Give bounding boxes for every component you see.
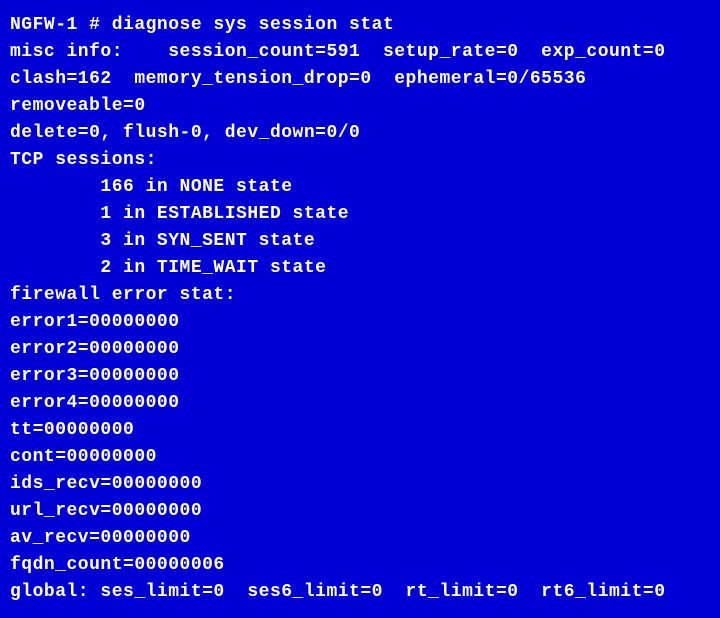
terminal-line: TCP sessions: [10,147,710,174]
terminal-line: delete=0, flush-0, dev_down=0/0 [10,120,710,147]
terminal-line: NGFW-1 # diagnose sys session stat [10,12,710,39]
terminal-line: global: ses_limit=0 ses6_limit=0 rt_limi… [10,579,710,606]
terminal-line: fqdn_count=00000006 [10,552,710,579]
terminal-line: misc info: session_count=591 setup_rate=… [10,39,710,66]
terminal-line: error4=00000000 [10,390,710,417]
terminal-line: av_recv=00000000 [10,525,710,552]
terminal-line: ids_recv=00000000 [10,471,710,498]
terminal-line: error1=00000000 [10,309,710,336]
terminal-line: 166 in NONE state [10,174,710,201]
terminal-line: error2=00000000 [10,336,710,363]
terminal-line: 1 in ESTABLISHED state [10,201,710,228]
terminal-line: tt=00000000 [10,417,710,444]
terminal-line: cont=00000000 [10,444,710,471]
terminal-line: removeable=0 [10,93,710,120]
terminal-line: url_recv=00000000 [10,498,710,525]
terminal-line: 3 in SYN_SENT state [10,228,710,255]
terminal-line: error3=00000000 [10,363,710,390]
terminal-line: firewall error stat: [10,282,710,309]
terminal-line: clash=162 memory_tension_drop=0 ephemera… [10,66,710,93]
terminal-line: 2 in TIME_WAIT state [10,255,710,282]
terminal-output: NGFW-1 # diagnose sys session stat misc … [10,12,710,606]
